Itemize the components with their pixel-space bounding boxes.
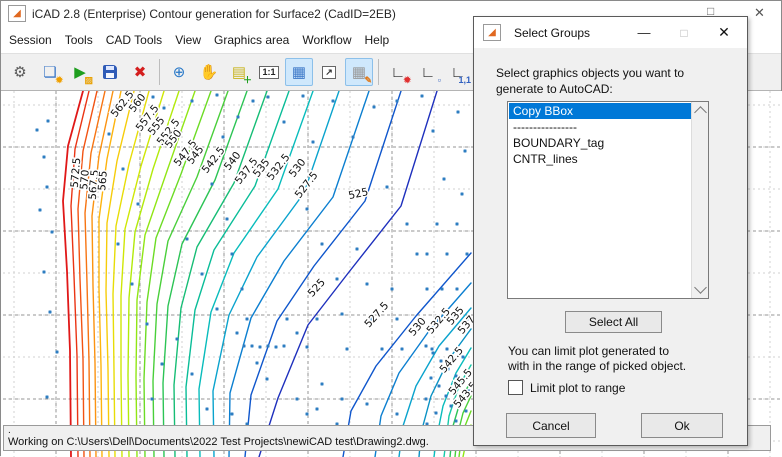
dialog-instruction-line1: Select graphics objects you want to <box>496 66 685 80</box>
delete-glyph: ✖ <box>133 63 147 81</box>
ok-button[interactable]: Ok <box>641 413 723 438</box>
dialog-minimize-button[interactable]: — <box>629 17 659 48</box>
dialog-title: Select Groups <box>514 25 591 40</box>
edit-table-badge: ✎ <box>364 75 372 85</box>
dialog-instruction-line2: generate to AutoCAD: <box>496 82 613 96</box>
limit-plot-row: Limit plot to range <box>508 380 625 395</box>
toolbar-separator <box>159 59 160 85</box>
menu-item-help[interactable]: Help <box>364 33 389 47</box>
menu-item-tools[interactable]: Tools <box>65 33 93 47</box>
add-note-icon[interactable]: ▤ ＋ <box>225 58 253 86</box>
menu-item-session[interactable]: Session <box>9 33 52 47</box>
limit-hint-line1: You can limit plot generated to <box>508 344 669 358</box>
copy-objects-badge: ✹ <box>55 75 63 85</box>
limit-hint-line2: with in the range of picked object. <box>508 359 687 373</box>
list-item-cntr-lines[interactable]: CNTR_lines <box>509 151 691 167</box>
edit-table-icon[interactable]: ▦ ✎ <box>345 58 373 86</box>
app-icon: ◢ <box>8 5 26 22</box>
dialog-app-icon: ◢ <box>483 24 501 41</box>
svg-text:527.5: 527.5 <box>362 300 391 330</box>
select-all-button[interactable]: Select All <box>565 311 662 333</box>
limit-hint: You can limit plot generated to with in … <box>508 344 686 374</box>
select-groups-dialog: ◢ Select Groups — □ ✕ Select graphics ob… <box>473 16 748 446</box>
plot-axes-values-icon[interactable]: ∟ 1,1 <box>444 58 472 86</box>
zoom-in-icon[interactable]: ⊕ <box>165 58 193 86</box>
list-item-boundary-tag[interactable]: BOUNDARY_tag <box>509 135 691 151</box>
add-note-badge: ＋ <box>242 75 252 85</box>
settings-icon[interactable]: ⚙ <box>6 58 34 86</box>
list-item--[interactable]: ---------------- <box>509 119 691 135</box>
scroll-down-icon[interactable] <box>694 281 707 294</box>
limit-plot-label: Limit plot to range <box>530 380 626 395</box>
floppy-disk-glyph <box>103 65 117 79</box>
plot-axes-region-badge: ▫ <box>437 75 441 85</box>
actual-size-glyph: 1:1 <box>259 65 279 79</box>
svg-text:525: 525 <box>306 277 328 300</box>
menu-item-view[interactable]: View <box>175 33 201 47</box>
actual-size-icon[interactable]: 1:1 <box>255 58 283 86</box>
groups-listbox[interactable]: Copy BBox ---------------- BOUNDARY_tag CNT… <box>507 101 709 299</box>
save-icon[interactable] <box>96 58 124 86</box>
listbox-scrollbar[interactable] <box>691 102 708 298</box>
menu-item-cad-tools[interactable]: CAD Tools <box>106 33 162 47</box>
delete-icon[interactable]: ✖ <box>126 58 154 86</box>
pan-hand-glyph: ✋ <box>199 63 219 81</box>
cancel-button[interactable]: Cancel <box>506 413 596 438</box>
window-title: iCAD 2.8 (Enterprise) Contour generation… <box>32 6 396 21</box>
grid-toggle-glyph: ▦ <box>291 63 307 81</box>
plot-axes-values-badge: 1,1 <box>458 75 471 85</box>
svg-text:565: 565 <box>96 170 110 191</box>
copy-objects-icon[interactable]: ❏ ✹ <box>36 58 64 86</box>
close-button[interactable]: ✕ <box>754 5 765 21</box>
fit-view-glyph: ↗ <box>322 65 336 79</box>
settings-glyph: ⚙ <box>13 63 27 81</box>
plot-axes-new-icon[interactable]: ∟ ✹ <box>384 58 412 86</box>
pan-hand-icon[interactable]: ✋ <box>195 58 223 86</box>
toolbar-separator <box>378 59 379 85</box>
fit-view-icon[interactable]: ↗ <box>315 58 343 86</box>
zoom-in-glyph: ⊕ <box>172 63 186 81</box>
groups-list: Copy BBox ---------------- BOUNDARY_tag CNT… <box>509 103 691 297</box>
menu-item-workflow[interactable]: Workflow <box>302 33 351 47</box>
plot-axes-region-glyph: ∟ <box>420 63 436 81</box>
scroll-up-icon[interactable] <box>694 106 707 119</box>
run-export-badge: ▨ <box>84 75 93 85</box>
plot-axes-new-badge: ✹ <box>403 75 411 85</box>
plot-axes-region-icon[interactable]: ∟ ▫ <box>414 58 442 86</box>
dialog-instruction: Select graphics objects you want to gene… <box>496 65 684 97</box>
icad-main-window: { "window": { "title": "iCAD 2.8 (Enterp… <box>0 0 782 457</box>
list-item-copy-bbox[interactable]: Copy BBox <box>509 103 691 119</box>
dialog-maximize-button: □ <box>680 25 688 40</box>
dialog-title-bar[interactable]: ◢ Select Groups <box>474 17 747 48</box>
limit-plot-checkbox[interactable] <box>508 380 523 395</box>
dialog-close-button[interactable]: ✕ <box>709 17 739 48</box>
menu-item-graphics-area[interactable]: Graphics area <box>214 33 289 47</box>
run-export-icon[interactable]: ▶ ▨ <box>66 58 94 86</box>
grid-toggle-icon[interactable]: ▦ <box>285 58 313 86</box>
